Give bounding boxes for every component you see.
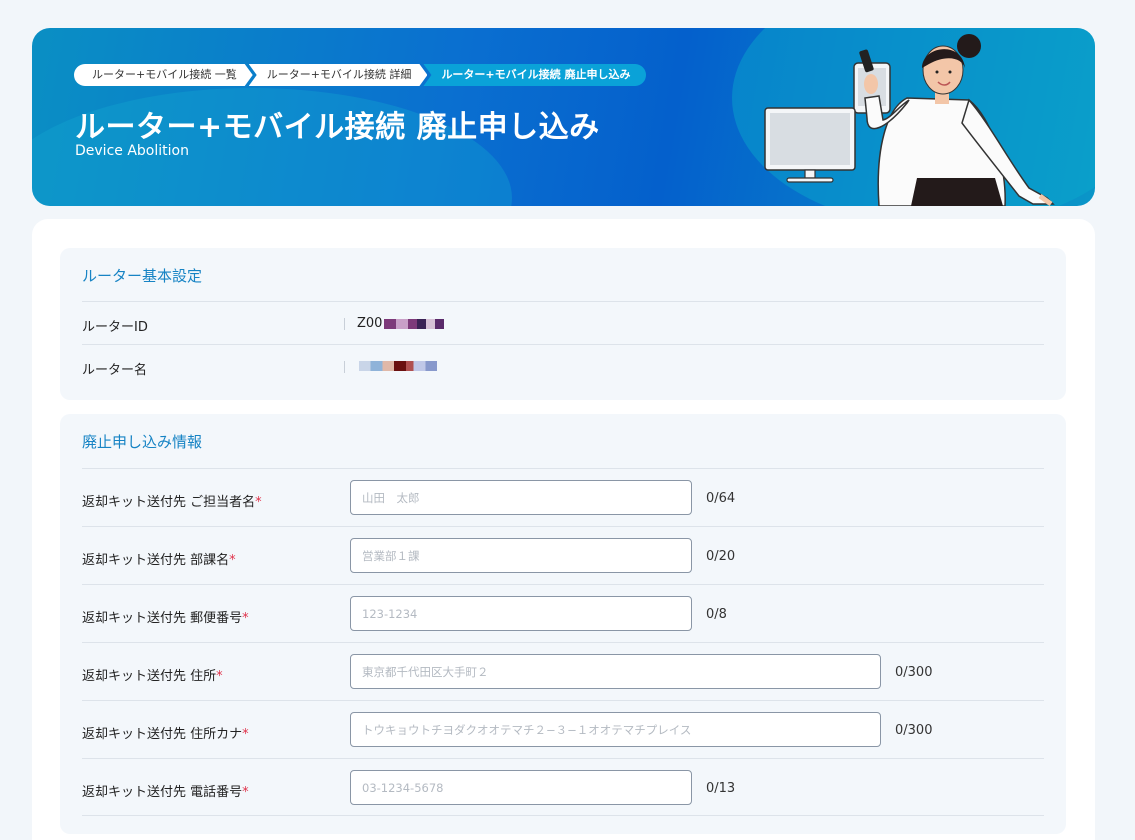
router-name-value [357, 361, 437, 371]
router-basic-settings-section: ルーター基本設定 ルーターID Z00 ルーター名 [60, 248, 1066, 400]
redacted-value [384, 318, 445, 329]
address-kana-input[interactable] [350, 712, 881, 747]
router-id-row: ルーターID Z00 [82, 301, 1044, 344]
divider [344, 361, 345, 373]
page-header-banner: ルーター+モバイル接続 一覧 ルーター+モバイル接続 詳細 ルーター+モバイル接… [32, 28, 1095, 206]
main-content-card: ルーター基本設定 ルーターID Z00 ルーター名 廃止申し込み情報 返却キット… [32, 219, 1095, 840]
char-counter: 0/20 [706, 549, 736, 564]
router-id-value: Z00 [357, 316, 445, 331]
redacted-value [359, 361, 437, 371]
breadcrumb-router-list[interactable]: ルーター+モバイル接続 一覧 [74, 64, 253, 86]
char-counter: 0/8 [706, 607, 727, 622]
section-title: ルーター基本設定 [82, 267, 203, 285]
field-label: 返却キット送付先 住所* [82, 669, 223, 684]
char-counter: 0/64 [706, 491, 736, 506]
form-row: 返却キット送付先 住所カナ* 0/300 [82, 700, 1044, 758]
breadcrumb: ルーター+モバイル接続 一覧 ルーター+モバイル接続 詳細 ルーター+モバイル接… [74, 64, 647, 86]
page-title: ルーター+モバイル接続 廃止申し込み [75, 110, 600, 145]
field-label: 返却キット送付先 部課名* [82, 553, 236, 568]
field-label: 返却キット送付先 郵便番号* [82, 611, 249, 626]
breadcrumb-current-page: ルーター+モバイル接続 廃止申し込み [423, 64, 647, 86]
field-label: 返却キット送付先 電話番号* [82, 785, 249, 800]
router-name-row: ルーター名 [82, 344, 1044, 387]
char-counter: 0/300 [895, 665, 933, 680]
field-label: 返却キット送付先 ご担当者名* [82, 495, 262, 510]
page-subtitle: Device Abolition [75, 143, 189, 159]
char-counter: 0/300 [895, 723, 933, 738]
phone-number-input[interactable] [350, 770, 692, 805]
form-row: 返却キット送付先 郵便番号* 0/8 [82, 584, 1044, 642]
router-id-text: Z00 [357, 316, 383, 331]
router-id-label: ルーターID [82, 320, 148, 335]
woman-with-devices-illustration [764, 34, 1055, 206]
form-row: 返却キット送付先 住所* 0/300 [82, 642, 1044, 700]
address-input[interactable] [350, 654, 881, 689]
breadcrumb-router-detail[interactable]: ルーター+モバイル接続 詳細 [249, 64, 428, 86]
form-row: 返却キット送付先 電話番号* 0/13 [82, 758, 1044, 816]
divider [344, 318, 345, 330]
department-input[interactable] [350, 538, 692, 573]
form-row: 返却キット送付先 ご担当者名* 0/64 [82, 468, 1044, 526]
section-title: 廃止申し込み情報 [82, 433, 203, 451]
char-counter: 0/13 [706, 781, 736, 796]
router-name-label: ルーター名 [82, 363, 148, 378]
contact-name-input[interactable] [350, 480, 692, 515]
postal-code-input[interactable] [350, 596, 692, 631]
field-label: 返却キット送付先 住所カナ* [82, 727, 249, 742]
form-row: 返却キット送付先 部課名* 0/20 [82, 526, 1044, 584]
abolition-info-section: 廃止申し込み情報 返却キット送付先 ご担当者名* 0/64 返却キット送付先 部… [60, 414, 1066, 834]
